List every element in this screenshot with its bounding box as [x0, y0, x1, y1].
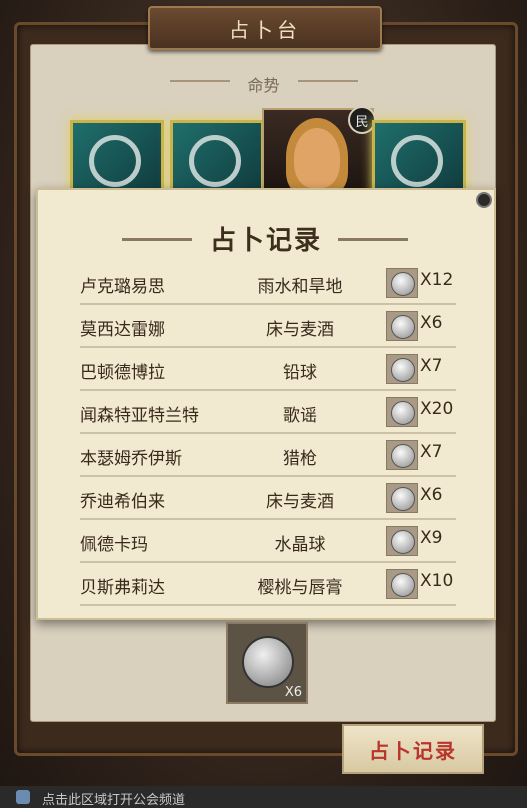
- page-title: 占卜台: [148, 6, 382, 50]
- player-name: 巴顿德博拉: [80, 363, 165, 383]
- record-row: 乔迪希伯来 床与麦酒 X6: [80, 477, 456, 520]
- coin-count: X6: [420, 485, 443, 505]
- guild-channel-text: 点击此区域打开公会频道: [42, 793, 186, 808]
- coin-icon: [386, 397, 418, 427]
- divination-result: 猎枪: [283, 449, 317, 469]
- coin-icon: [386, 440, 418, 470]
- title-right-ornament: [338, 238, 408, 241]
- coin-icon: [386, 483, 418, 513]
- divination-result: 床与麦酒: [266, 320, 334, 340]
- cost-count: X6: [284, 685, 302, 700]
- portrait-face: [294, 128, 340, 188]
- divination-record-button[interactable]: 占卜记录: [342, 724, 484, 774]
- record-row: 卢克璐易思 雨水和旱地 X12: [80, 262, 456, 305]
- dragon-emblem-icon: [189, 135, 241, 187]
- chat-icon: [16, 790, 30, 804]
- flourish-right-ornament: [298, 80, 358, 82]
- divination-result: 歌谣: [283, 406, 317, 426]
- divination-result: 水晶球: [274, 535, 326, 555]
- coin-count: X6: [420, 313, 443, 333]
- record-list: 卢克璐易思 雨水和旱地 X12 莫西达雷娜 床与麦酒 X6 巴顿德博拉 铅球 X…: [80, 262, 456, 606]
- coin-icon: [386, 354, 418, 384]
- coin-count: X9: [420, 528, 443, 548]
- record-row: 佩德卡玛 水晶球 X9: [80, 520, 456, 563]
- divination-result: 樱桃与唇膏: [257, 578, 343, 598]
- coin-icon: [386, 526, 418, 556]
- player-name: 闻森特亚特兰特: [80, 406, 199, 426]
- record-row: 莫西达雷娜 床与麦酒 X6: [80, 305, 456, 348]
- dragon-emblem-icon: [89, 135, 141, 187]
- coin-count: X7: [420, 442, 443, 462]
- record-row: 巴顿德博拉 铅球 X7: [80, 348, 456, 391]
- coin-count: X20: [420, 399, 454, 419]
- player-name: 贝斯弗莉达: [80, 578, 165, 598]
- coin-icon: [242, 636, 294, 688]
- player-name: 莫西达雷娜: [80, 320, 165, 340]
- coin-icon: [386, 311, 418, 341]
- divination-cost-button[interactable]: X6: [226, 622, 308, 704]
- divination-result: 雨水和旱地: [257, 277, 343, 297]
- section-subtitle: 命势: [247, 76, 280, 95]
- player-name: 乔迪希伯来: [80, 492, 165, 512]
- coin-count: X10: [420, 571, 454, 591]
- coin-icon: [386, 268, 418, 298]
- coin-icon: [386, 569, 418, 599]
- record-row: 贝斯弗莉达 樱桃与唇膏 X10: [80, 563, 456, 606]
- record-panel-title: 占卜记录: [209, 226, 322, 256]
- record-row: 本瑟姆乔伊斯 猎枪 X7: [80, 434, 456, 477]
- pin-icon: [476, 192, 492, 208]
- divination-result: 床与麦酒: [266, 492, 334, 512]
- record-row: 闻森特亚特兰特 歌谣 X20: [80, 391, 456, 434]
- player-name: 卢克璐易思: [80, 277, 165, 297]
- dragon-emblem-icon: [391, 135, 443, 187]
- player-name: 佩德卡玛: [80, 535, 148, 555]
- guild-channel-bar[interactable]: 点击此区域打开公会频道: [0, 786, 527, 808]
- coin-count: X7: [420, 356, 443, 376]
- divination-record-panel: 占卜记录 卢克璐易思 雨水和旱地 X12 莫西达雷娜 床与麦酒 X6 巴顿德博拉…: [36, 188, 496, 620]
- divination-result: 铅球: [283, 363, 317, 383]
- player-name: 本瑟姆乔伊斯: [80, 449, 182, 469]
- coin-count: X12: [420, 270, 454, 290]
